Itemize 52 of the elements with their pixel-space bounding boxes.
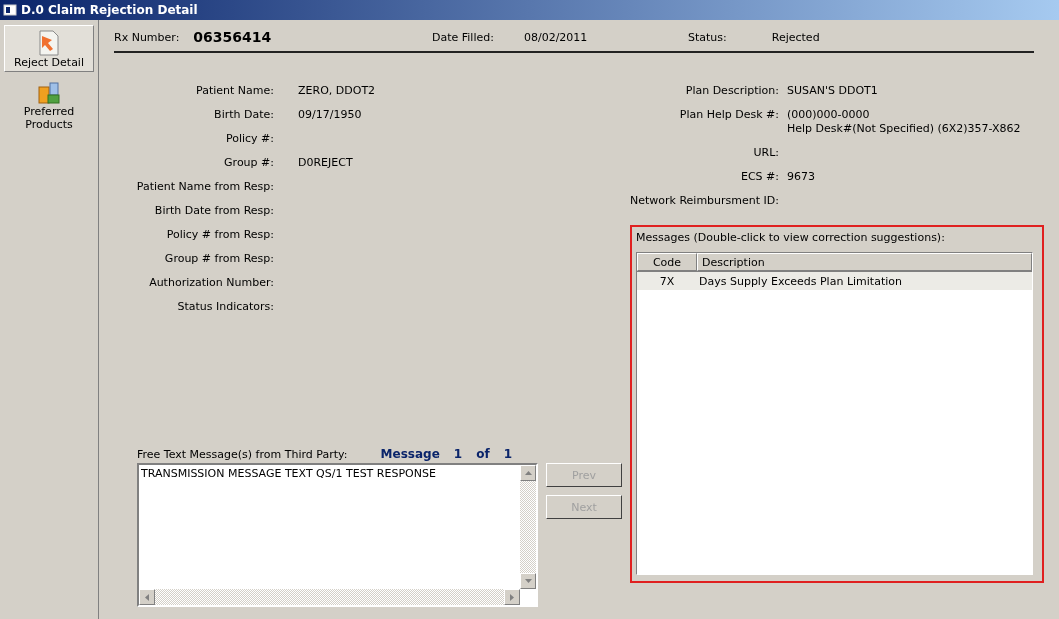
table-cell-text: 7X xyxy=(658,274,676,288)
field-value: 09/17/1950 xyxy=(298,108,363,122)
message-text-area[interactable]: TRANSMISSION MESSAGE TEXT QS/1 TEST RESPONSE xyxy=(137,463,538,607)
field-label: Plan Help Desk #: xyxy=(678,108,779,123)
table-cell-text: Days Supply Exceeds Plan Limitation xyxy=(698,274,902,288)
field-label: Group #: xyxy=(223,156,274,170)
field-value: SUSAN'S DDOT1 xyxy=(787,84,879,98)
field-value: (000)000-0000 xyxy=(787,108,871,122)
field-value: D0REJECT xyxy=(298,156,354,170)
field-label: Birth Date from Resp: xyxy=(153,204,274,218)
products-icon xyxy=(37,81,61,105)
field-label: Group # from Resp: xyxy=(163,252,274,266)
document-icon xyxy=(38,30,60,56)
field-value: 9673 xyxy=(787,170,816,184)
window-title: D.0 Claim Rejection Detail xyxy=(21,3,198,17)
field-note: Help Desk#(Not Specified) (6X2)357-X862 xyxy=(787,122,1022,136)
field-label: ECS #: xyxy=(739,170,779,184)
horizontal-scrollbar[interactable] xyxy=(139,589,520,605)
sidebar-item[interactable]: Preferred Products xyxy=(4,76,94,134)
scroll-up-icon xyxy=(524,471,532,475)
field-label: Network Reimbursment ID: xyxy=(630,194,779,208)
field-label: Plan Description: xyxy=(684,84,779,98)
column-header[interactable]: Description xyxy=(697,253,1032,271)
field-label: Policy # from Resp: xyxy=(165,228,274,242)
message-counter: 1 xyxy=(453,447,463,461)
field-label: Authorization Number: xyxy=(148,276,274,290)
header-value: Rejected xyxy=(771,30,820,44)
message-counter: of xyxy=(476,447,490,461)
window-icon xyxy=(3,3,17,17)
field-label: URL: xyxy=(752,146,779,160)
free-text-label: Free Text Message(s) from Third Party: xyxy=(137,447,348,461)
vertical-scrollbar[interactable] xyxy=(520,465,536,589)
field-label: Patient Name: xyxy=(195,84,274,98)
header-label: Date Filled: xyxy=(432,30,494,44)
header-value: 06356414 xyxy=(193,29,272,45)
sidebar-item[interactable]: Reject Detail xyxy=(4,25,94,72)
field-label: Status Indicators: xyxy=(176,300,274,314)
field-label: Birth Date: xyxy=(213,108,274,122)
message-counter: Message xyxy=(380,447,440,461)
field-label: Policy #: xyxy=(224,132,274,146)
message-counter: 1 xyxy=(503,447,512,461)
scroll-right-icon xyxy=(510,593,514,601)
column-header[interactable]: Code xyxy=(637,253,697,271)
header-label: Rx Number: xyxy=(114,30,180,44)
header-label: Status: xyxy=(688,30,727,44)
field-value: ZERO, DDOT2 xyxy=(298,84,377,98)
table-row[interactable]: 7X Days Supply Exceeds Plan Limitation xyxy=(637,272,1032,290)
scroll-left-icon xyxy=(145,593,149,601)
scroll-down-icon xyxy=(524,579,532,583)
field-label: Patient Name from Resp: xyxy=(135,180,274,194)
header-value: 08/02/2011 xyxy=(523,30,588,44)
messages-title: Messages (Double-click to view correction suggestions): xyxy=(636,231,946,244)
